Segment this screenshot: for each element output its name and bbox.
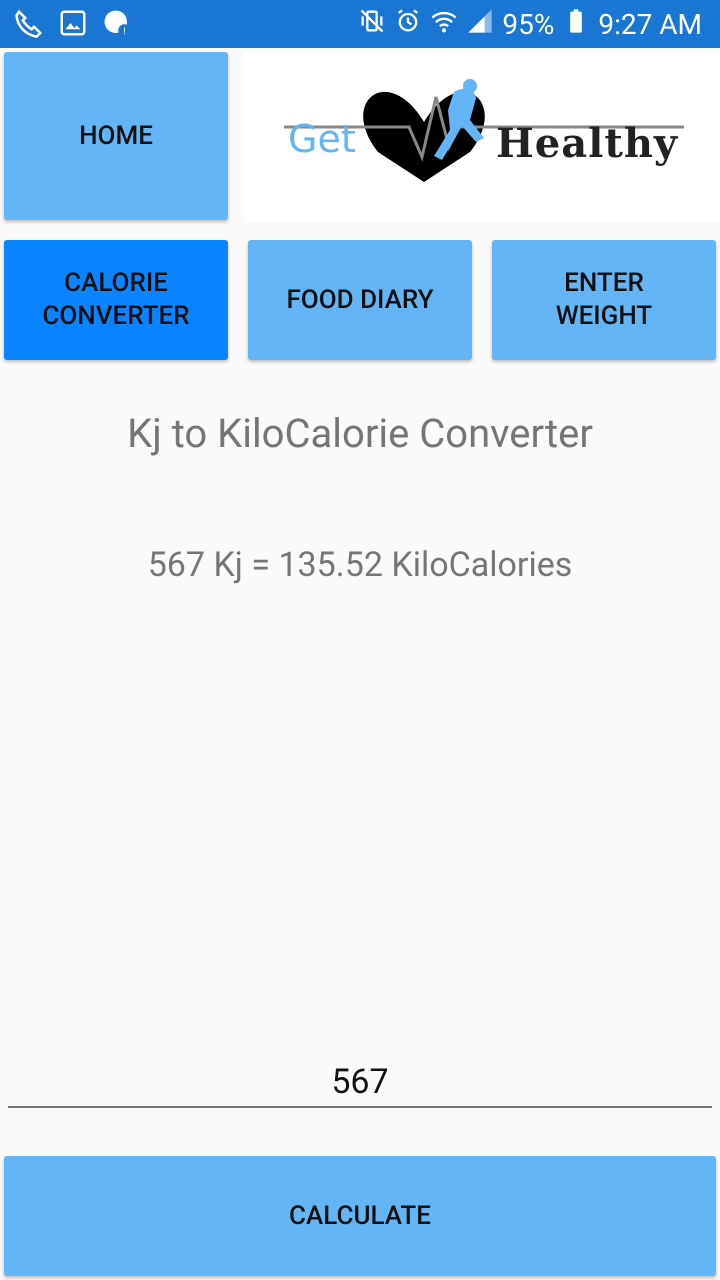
- battery-percent: 95%: [502, 7, 555, 41]
- calculate-button-label: CALCULATE: [289, 1200, 431, 1231]
- battery-icon: [562, 7, 590, 42]
- wifi-icon: [430, 7, 458, 42]
- status-bar: ! 95% 9:27 AM: [0, 0, 720, 48]
- vibrate-icon: [358, 7, 386, 42]
- home-button[interactable]: HOME: [4, 52, 228, 220]
- kj-input[interactable]: [8, 1058, 712, 1108]
- calorie-converter-label-line2: CONVERTER: [42, 301, 190, 331]
- home-button-label: HOME: [79, 120, 153, 151]
- enter-weight-label-line2: WEIGHT: [555, 301, 653, 331]
- logo-text-get: Get: [288, 117, 356, 161]
- food-diary-button[interactable]: FOOD DIARY: [248, 240, 472, 360]
- conversion-result: 567 Kj = 135.52 KiloCalories: [147, 545, 573, 585]
- page-title: Kj to KiloCalorie Converter: [127, 410, 593, 457]
- svg-text:!: !: [123, 26, 126, 37]
- logo-text-healthy: Healthy: [496, 120, 679, 167]
- food-diary-label: FOOD DIARY: [286, 284, 434, 315]
- enter-weight-label-line1: ENTER: [564, 268, 644, 298]
- enter-weight-button[interactable]: ENTER WEIGHT: [492, 240, 716, 360]
- calorie-converter-label-line1: CALORIE: [64, 268, 168, 298]
- phone-icon: [14, 8, 44, 42]
- calorie-converter-button[interactable]: CALORIE CONVERTER: [4, 240, 228, 360]
- clock-time: 9:27 AM: [598, 7, 702, 41]
- calculate-button[interactable]: CALCULATE: [4, 1156, 716, 1276]
- signal-icon: [466, 7, 494, 42]
- chat-icon: !: [102, 8, 132, 42]
- app-logo: Get Healthy: [244, 52, 720, 222]
- image-icon: [58, 8, 88, 42]
- alarm-icon: [394, 7, 422, 42]
